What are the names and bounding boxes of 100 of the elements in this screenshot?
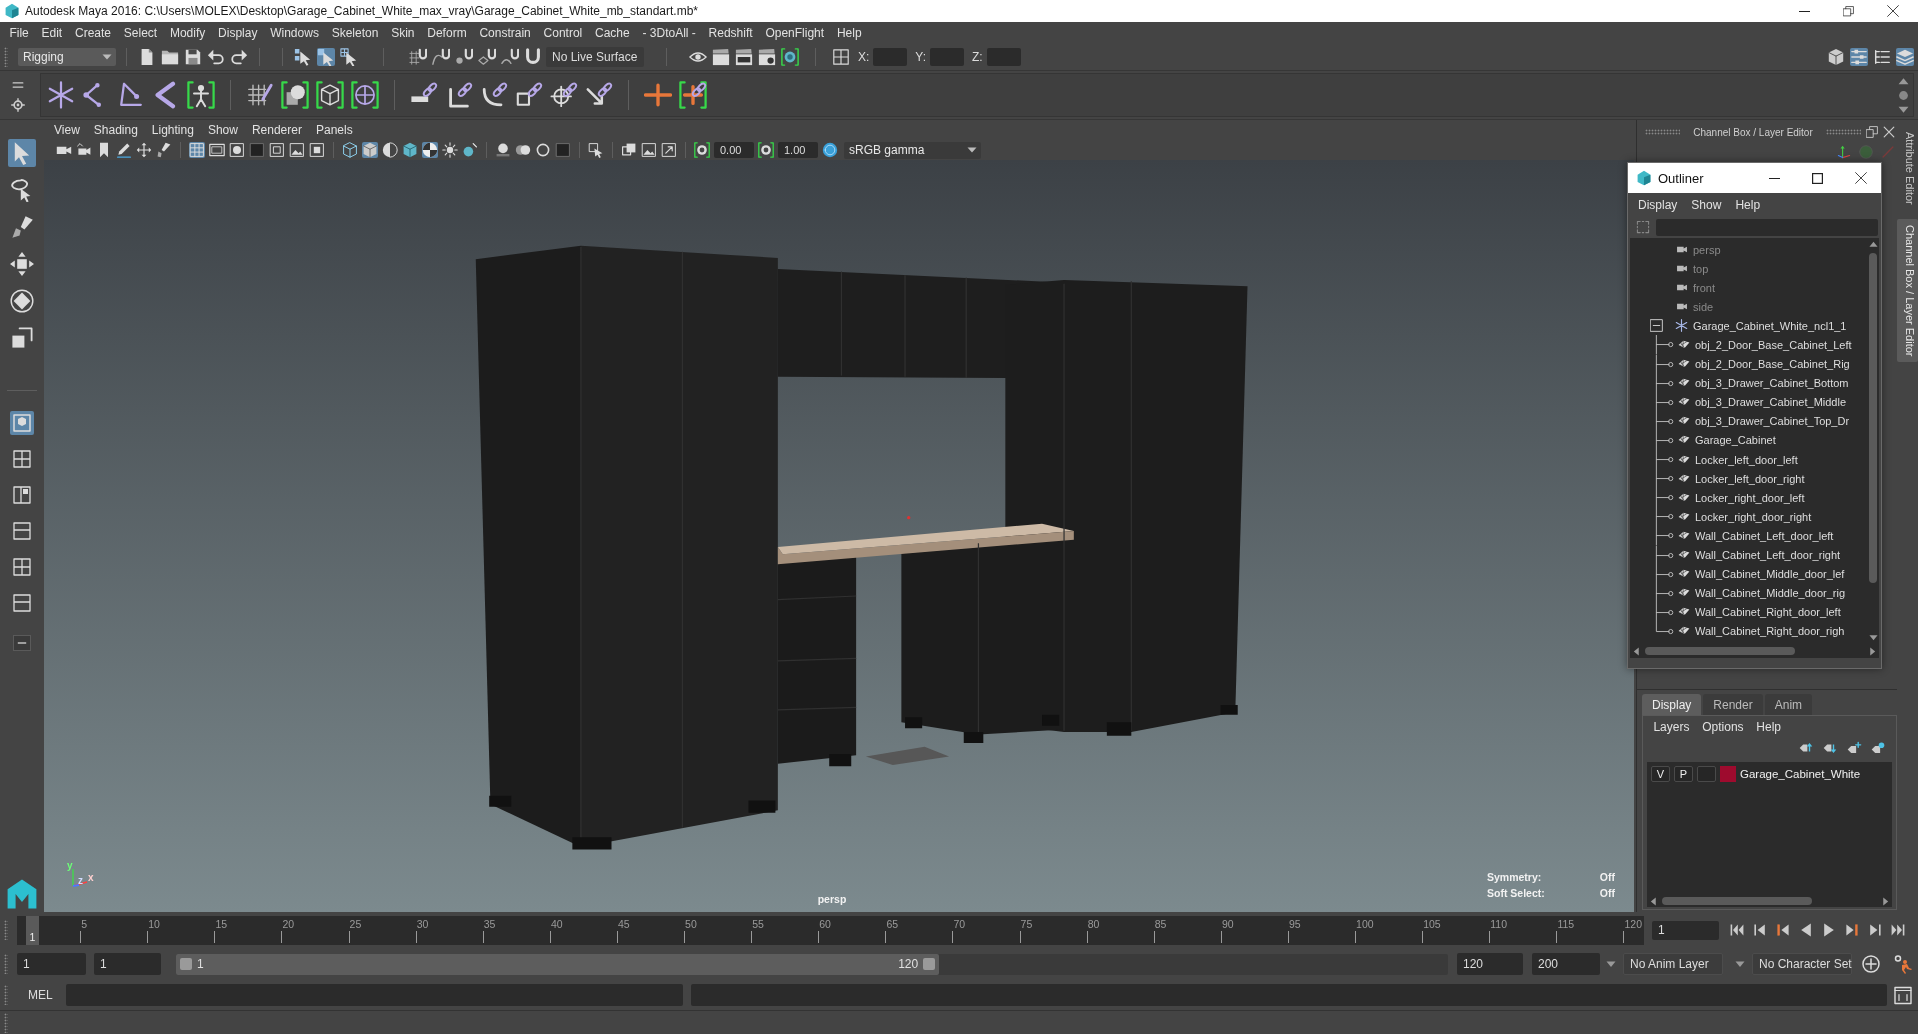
sphere-ray-icon[interactable] [462,142,478,158]
playback-toggle[interactable]: P [1674,766,1693,782]
cursor-grid-icon[interactable] [340,48,358,66]
step-forward-icon[interactable] [1867,922,1883,938]
solid-cube-icon[interactable] [362,142,378,158]
cross-icon[interactable] [644,81,672,109]
current-frame-field[interactable]: 1 [1652,920,1719,940]
folder-icon[interactable] [161,48,179,66]
restore-icon[interactable] [1843,5,1854,17]
up-triangle-icon[interactable] [1898,75,1909,87]
cursor-squares-icon[interactable] [294,48,312,66]
layer-tab[interactable]: Display [1642,694,1702,715]
close-icon[interactable] [1855,172,1867,184]
redo-icon[interactable] [230,48,248,66]
menu-item[interactable]: Lighting [144,123,201,137]
menu-item[interactable]: Control [537,26,589,40]
magnet-icon[interactable] [524,48,542,66]
menu-item[interactable]: - 3DtoAll - [636,26,703,40]
marker-forward-icon[interactable] [1844,922,1860,938]
menu-item[interactable]: File [3,26,36,40]
menu-item[interactable]: Show [1684,197,1729,212]
tag-up-icon[interactable] [1798,741,1814,755]
camera-caret-icon[interactable] [76,142,92,158]
current-frame-marker[interactable]: 1 [26,915,39,945]
ring-bracket-icon[interactable] [694,142,710,158]
side-tab[interactable]: Attribute Editor [1897,126,1918,211]
step-back-icon[interactable] [1752,922,1768,938]
menu-item[interactable]: Windows [263,26,326,40]
menu-item[interactable]: Panels [308,123,360,137]
sphere-square-bracket-icon[interactable] [281,81,309,109]
film-frame-icon[interactable] [209,142,225,158]
menu-item[interactable]: Help [1728,197,1768,212]
layers-icon[interactable] [1896,48,1914,66]
framed-square-icon[interactable] [309,142,325,158]
cage-bracket-icon[interactable] [316,81,344,109]
visibility-toggle[interactable]: V [1651,766,1670,782]
start-frame-field[interactable]: 1 [17,953,86,975]
mode-dropdown[interactable]: Rigging [18,48,116,66]
tag-dot-icon[interactable] [1870,741,1886,755]
right-triangle-icon[interactable] [1881,896,1890,906]
minimize-icon[interactable] [1769,177,1780,179]
ring-icon[interactable] [535,142,551,158]
stacked-panes-icon[interactable] [10,519,34,543]
grip-handle[interactable] [1645,129,1681,135]
point-magnet-icon[interactable] [455,48,473,66]
circle-badge-icon[interactable] [822,142,838,158]
surface-magnet-icon[interactable] [501,48,519,66]
layer-tab[interactable]: Render [1703,694,1763,715]
close-icon[interactable] [1887,5,1899,17]
clapper-icon[interactable] [712,48,730,66]
maximize-icon[interactable] [1812,172,1823,184]
menu-item[interactable]: Skin [384,26,421,40]
playback-end-field[interactable]: 120 [1457,953,1523,975]
tag-plus-icon[interactable] [1846,741,1862,755]
link-curve-icon[interactable] [480,81,508,109]
caret-icon[interactable] [102,52,112,62]
asterisk-icon[interactable] [47,81,75,109]
image-square-icon[interactable] [289,142,305,158]
scrollbar[interactable] [1630,644,1879,658]
menu-item[interactable]: Help [830,26,868,40]
menu-item[interactable]: Options [1695,720,1750,734]
menu-item[interactable]: Constrain [473,26,538,40]
square-arrows-icon[interactable] [8,250,36,278]
link-square-icon[interactable] [515,81,543,109]
grid-icon[interactable] [189,142,205,158]
angle-chain-icon[interactable] [117,81,145,109]
sphere-shadow-icon[interactable] [495,142,511,158]
list-lines-icon[interactable] [1873,48,1891,66]
arrow-cursor-icon[interactable] [8,139,36,167]
time-slider[interactable]: 5 10 15 20 25 30 35 40 45 50 55 60 65 70 75 80 85 90 95 100 105 110 115 120 1 [17,915,1644,945]
anim-layer-dropdown[interactable]: No Anim Layer [1623,953,1723,975]
stacked-panes-icon[interactable] [10,591,34,615]
double-square-icon[interactable] [621,142,637,158]
plane-magnet-icon[interactable] [478,48,496,66]
menu-item[interactable]: Cache [588,26,637,40]
collapse-icon[interactable] [1650,319,1663,333]
command-language-label[interactable]: MEL [28,988,53,1002]
circle-plus-icon[interactable] [1861,954,1881,974]
left-triangle-icon[interactable] [1649,896,1658,906]
figure-bracket-icon[interactable] [187,81,215,109]
clapper-dot-icon[interactable] [758,48,776,66]
grip-handle[interactable] [4,954,8,974]
shaded-cube-icon[interactable] [402,142,418,158]
circle-square-icon[interactable] [229,142,245,158]
coordinate-field[interactable] [873,48,908,66]
menu-item[interactable]: Help [1749,720,1788,734]
sliders-icon[interactable] [1850,48,1868,66]
brush-icon[interactable] [156,142,172,158]
command-input-field[interactable] [65,984,683,1006]
move-arrows-icon[interactable] [136,142,152,158]
color-swatch-icon[interactable] [1720,766,1736,782]
undo-icon[interactable] [207,48,225,66]
coordinate-field[interactable] [986,48,1021,66]
menu-item[interactable]: Display [211,26,264,40]
framed-box-icon[interactable] [1893,984,1913,1006]
scrollbar-thumb[interactable] [1645,647,1795,655]
dash-icon[interactable] [13,635,31,651]
four-pane-icon[interactable] [10,447,34,471]
diamond-circle-icon[interactable] [8,287,36,315]
reference-toggle[interactable] [1697,766,1716,782]
